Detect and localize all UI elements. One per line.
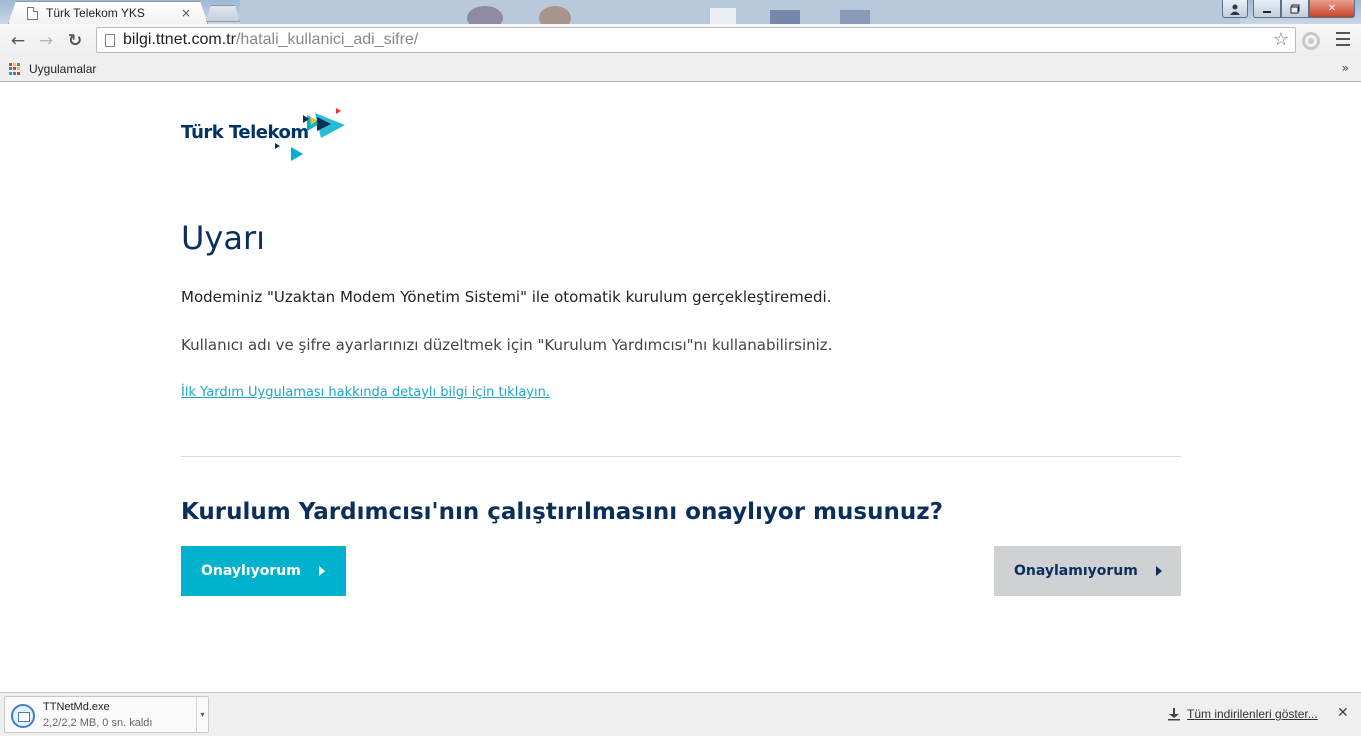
apps-bookmark[interactable]: Uygulamalar — [29, 62, 96, 76]
download-file-name: TTNetMd.exe — [43, 701, 110, 713]
window-controls: ✕ — [1222, 0, 1355, 18]
show-all-downloads-link[interactable]: Tüm indirilenleri göster... — [1167, 707, 1318, 721]
bookmarks-bar: Uygulamalar » — [0, 57, 1361, 82]
turk-telekom-logo[interactable]: Türk Telekom — [181, 105, 361, 165]
back-button[interactable]: ← — [7, 30, 29, 52]
page-icon — [105, 33, 115, 47]
titlebar-background-photo — [240, 0, 1240, 24]
browser-toolbar: ← → ↻ bilgi.ttnet.com.tr /hatali_kullani… — [0, 24, 1361, 57]
bookmarks-overflow-icon[interactable]: » — [1342, 61, 1349, 75]
page-title: Uyarı — [181, 219, 266, 257]
help-link[interactable]: İlk Yardım Uygulaması hakkında detaylı b… — [181, 385, 550, 400]
decline-button[interactable]: Onaylamıyorum — [994, 546, 1181, 596]
confirm-button-label: Onaylıyorum — [201, 563, 301, 579]
instruction-message: Kullanıcı adı ve şifre ayarlarınızı düze… — [181, 336, 833, 354]
arrow-right-icon — [1155, 566, 1162, 576]
confirmation-question: Kurulum Yardımcısı'nın çalıştırılmasını … — [181, 499, 943, 525]
apps-icon[interactable] — [9, 63, 21, 75]
extension-icon[interactable] — [1302, 32, 1320, 50]
browser-window: Türk Telekom YKS × ✕ ← → ↻ bilgi.ttnet.c… — [0, 0, 1361, 736]
warning-message: Modeminiz "Uzaktan Modem Yönetim Sistemi… — [181, 288, 832, 306]
download-shelf: TTNetMd.exe 2,2/2,2 MB, 0 sn. kaldı ▾ Tü… — [0, 692, 1361, 736]
address-bar[interactable]: bilgi.ttnet.com.tr /hatali_kullanici_adi… — [96, 27, 1296, 53]
user-icon[interactable] — [1222, 0, 1248, 18]
arrow-right-icon — [318, 566, 325, 576]
close-window-button[interactable]: ✕ — [1309, 0, 1355, 18]
forward-button[interactable]: → — [35, 30, 57, 52]
download-status: 2,2/2,2 MB, 0 sn. kaldı — [43, 717, 153, 729]
close-shelf-icon[interactable]: ✕ — [1337, 705, 1349, 721]
url-host: bilgi.ttnet.com.tr — [123, 31, 236, 48]
logo-triangles-icon — [275, 108, 345, 161]
restore-button[interactable] — [1281, 0, 1309, 18]
tab-close-icon[interactable]: × — [181, 6, 191, 20]
url-path: /hatali_kullanici_adi_sifre/ — [235, 31, 419, 48]
minimize-button[interactable] — [1253, 0, 1281, 18]
menu-icon[interactable] — [1336, 32, 1350, 48]
show-all-downloads-label: Tüm indirilenleri göster... — [1187, 707, 1318, 721]
page-icon — [27, 6, 38, 20]
tab-title: Türk Telekom YKS — [46, 6, 145, 20]
bookmark-star-icon[interactable]: ☆ — [1273, 29, 1289, 50]
divider — [181, 456, 1181, 457]
decline-button-label: Onaylamıyorum — [1014, 563, 1138, 579]
installer-file-icon — [11, 704, 35, 728]
reload-button[interactable]: ↻ — [64, 30, 86, 52]
page-content: Türk Telekom Uyarı Modeminiz "Uzaktan Mo… — [0, 83, 1361, 692]
download-item[interactable]: TTNetMd.exe 2,2/2,2 MB, 0 sn. kaldı ▾ — [4, 696, 209, 733]
download-menu-chevron-icon[interactable]: ▾ — [196, 697, 208, 732]
new-tab-button[interactable] — [206, 5, 240, 22]
download-arrow-icon — [1168, 708, 1180, 721]
browser-tab[interactable]: Türk Telekom YKS × — [8, 1, 208, 24]
confirm-button[interactable]: Onaylıyorum — [181, 546, 346, 596]
title-bar: Türk Telekom YKS × ✕ — [0, 0, 1361, 24]
